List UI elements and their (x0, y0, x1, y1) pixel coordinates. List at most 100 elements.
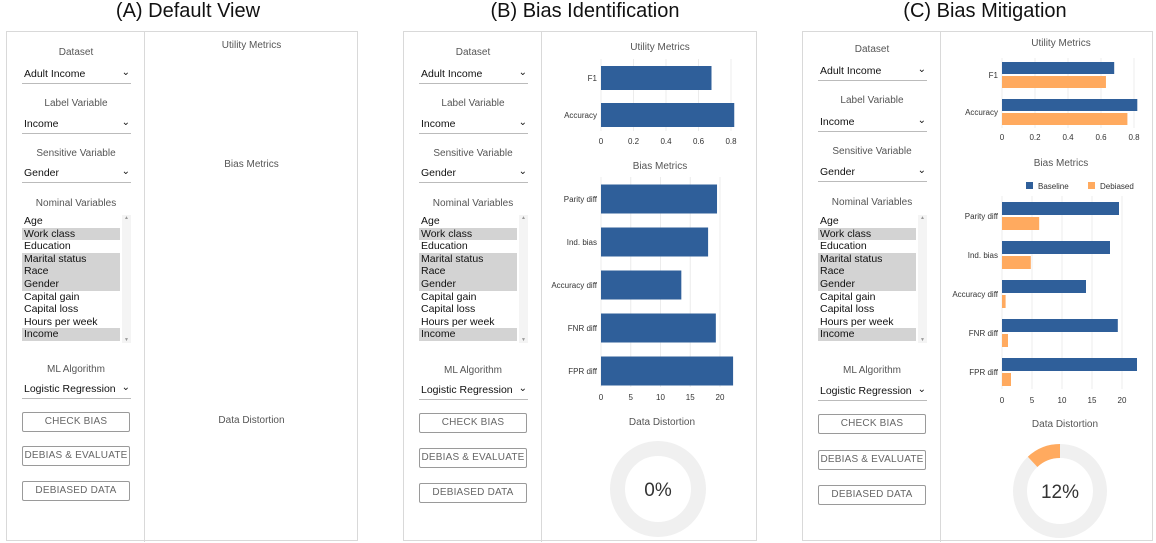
scroll-down-icon: ▼ (920, 337, 925, 343)
y-category-label: F1 (588, 74, 598, 83)
nominal-variable-item[interactable]: Capital loss (22, 303, 120, 316)
nominal-variable-item[interactable]: Education (22, 240, 120, 253)
label-variable-label: Label Variable (44, 98, 108, 109)
x-tick-label: 0.6 (1095, 133, 1107, 142)
nominal-variable-item[interactable]: Capital gain (22, 291, 120, 304)
nominal-variable-item[interactable]: Age (818, 215, 916, 228)
x-tick-label: 20 (1118, 396, 1127, 405)
C-distortion-chart: Data Distortion 12% (1013, 419, 1107, 538)
nominal-variable-item[interactable]: Work class (419, 227, 517, 241)
panel-a: Dataset Adult Income ⌄ Label Variable Inc… (6, 31, 358, 542)
x-tick-label: 0.2 (628, 137, 640, 146)
bar-baseline (601, 103, 735, 127)
nominal-variable-item[interactable]: Hours per week (818, 316, 916, 329)
chevron-down-icon: ⌄ (917, 115, 926, 126)
nominal-variable-item[interactable]: Capital loss (419, 303, 517, 316)
nominal-variable-item[interactable]: Education (818, 240, 916, 253)
x-tick-label: 0.6 (693, 137, 705, 146)
nominal-variable-item[interactable]: Income (419, 328, 517, 341)
nominal-variable-item[interactable]: Capital gain (818, 291, 916, 304)
nominal-variables-label: Nominal Variables (35, 198, 117, 209)
y-category-label: FPR diff (969, 368, 999, 377)
chevron-down-icon: ⌄ (121, 382, 130, 393)
check-bias-button[interactable]: CHECK BIAS (22, 412, 130, 432)
chevron-down-icon: ⌄ (917, 64, 926, 75)
nominal-variable-item[interactable]: Marital status (419, 252, 517, 266)
chart-title: Bias Metrics (1034, 158, 1088, 169)
bar-baseline (601, 66, 712, 90)
nominal-variable-item[interactable]: Marital status (22, 252, 120, 266)
bar-baseline (1002, 319, 1118, 332)
x-tick-label: 0.8 (1128, 133, 1140, 142)
nominal-variable-item[interactable]: Education (419, 240, 517, 253)
ml-algorithm-select[interactable]: Logistic Regression ⌄ (818, 383, 927, 401)
chart-title: Bias Metrics (633, 161, 687, 172)
nominal-variable-item[interactable]: Capital gain (419, 291, 517, 304)
listbox-scrollbar[interactable]: ▲ ▼ (519, 215, 528, 343)
debias-evaluate-button[interactable]: DEBIAS & EVALUATE (22, 446, 130, 466)
dataset-select[interactable]: Adult Income ⌄ (22, 66, 131, 84)
debias-evaluate-button[interactable]: DEBIAS & EVALUATE (419, 448, 527, 468)
chevron-down-icon: ⌄ (121, 67, 130, 78)
nominal-variables-list[interactable]: Age Work class Education Marital status Race… (419, 215, 528, 343)
listbox-scrollbar[interactable]: ▲ ▼ (918, 215, 927, 343)
nominal-variable-item[interactable]: Age (22, 215, 120, 228)
y-category-label: Parity diff (965, 212, 999, 221)
listbox-scrollbar[interactable]: ▲ ▼ (122, 215, 131, 343)
nominal-variable-item[interactable]: Capital loss (818, 303, 916, 316)
ml-algorithm-select[interactable]: Logistic Regression ⌄ (419, 382, 528, 400)
nominal-variable-item[interactable]: Gender (419, 277, 517, 291)
sensitive-variable-select[interactable]: Gender ⌄ (818, 164, 927, 182)
nominal-variables-list[interactable]: Age Work class Education Marital status Race… (818, 215, 927, 343)
ml-algorithm-select[interactable]: Logistic Regression ⌄ (22, 381, 131, 399)
nominal-variable-item[interactable]: Marital status (818, 252, 916, 266)
control-sidebar: Dataset Adult Income ⌄ Label Variable Inc… (404, 32, 542, 542)
x-tick-label: 0.2 (1029, 133, 1041, 142)
nominal-variable-item[interactable]: Income (22, 328, 120, 341)
sensitive-variable-select[interactable]: Gender ⌄ (419, 165, 528, 183)
ml-algorithm-label: ML Algorithm (47, 364, 105, 375)
B-distortion-chart: Data Distortion 0% (610, 417, 706, 537)
data-distortion-title: Data Distortion (218, 415, 285, 426)
nominal-variable-item[interactable]: Race (419, 265, 517, 278)
chart-title: Data Distortion (1032, 419, 1098, 430)
label-variable-select[interactable]: Income ⌄ (818, 114, 927, 132)
scroll-down-icon: ▼ (124, 337, 129, 343)
nominal-variable-item[interactable]: Income (818, 328, 916, 341)
nominal-variable-item[interactable]: Work class (22, 227, 120, 241)
dataset-select[interactable]: Adult Income ⌄ (818, 63, 927, 81)
nominal-variable-item[interactable]: Race (818, 265, 916, 278)
label-variable-select[interactable]: Income ⌄ (419, 116, 528, 134)
scroll-up-icon: ▲ (124, 215, 129, 221)
debiased-data-button[interactable]: DEBIASED DATA (818, 485, 926, 505)
debias-evaluate-button[interactable]: DEBIAS & EVALUATE (818, 450, 926, 470)
ml-algorithm-label: ML Algorithm (843, 365, 901, 376)
chart-title: Data Distortion (629, 417, 695, 428)
debiased-data-button[interactable]: DEBIASED DATA (22, 481, 130, 501)
y-category-label: Ind. bias (968, 251, 998, 260)
chart-title: Utility Metrics (1031, 38, 1090, 49)
x-tick-label: 0.8 (725, 137, 737, 146)
nominal-variable-item[interactable]: Hours per week (419, 316, 517, 329)
nominal-variable-item[interactable]: Work class (818, 227, 916, 241)
nominal-variable-item[interactable]: Gender (22, 277, 120, 291)
sensitive-variable-label: Sensitive Variable (433, 148, 513, 159)
debiased-data-button[interactable]: DEBIASED DATA (419, 483, 527, 503)
check-bias-button[interactable]: CHECK BIAS (419, 413, 527, 433)
label-variable-select[interactable]: Income ⌄ (22, 116, 131, 134)
nominal-variable-item[interactable]: Age (419, 215, 517, 228)
x-tick-label: 0 (599, 393, 604, 402)
sensitive-variable-label: Sensitive Variable (36, 148, 116, 159)
nominal-variables-list[interactable]: Age Work class Education Marital status Race… (22, 215, 131, 343)
nominal-variable-item[interactable]: Race (22, 265, 120, 278)
nominal-variable-item[interactable]: Hours per week (22, 316, 120, 329)
y-category-label: Accuracy (965, 108, 998, 117)
sensitive-variable-value: Gender (421, 167, 457, 179)
dataset-label: Dataset (58, 47, 94, 58)
dataset-select[interactable]: Adult Income ⌄ (419, 66, 528, 84)
nominal-variable-item[interactable]: Gender (818, 277, 916, 291)
check-bias-button[interactable]: CHECK BIAS (818, 414, 926, 434)
ml-algorithm-value: Logistic Regression (24, 383, 116, 395)
chevron-down-icon: ⌄ (121, 166, 130, 177)
sensitive-variable-select[interactable]: Gender ⌄ (22, 165, 131, 183)
